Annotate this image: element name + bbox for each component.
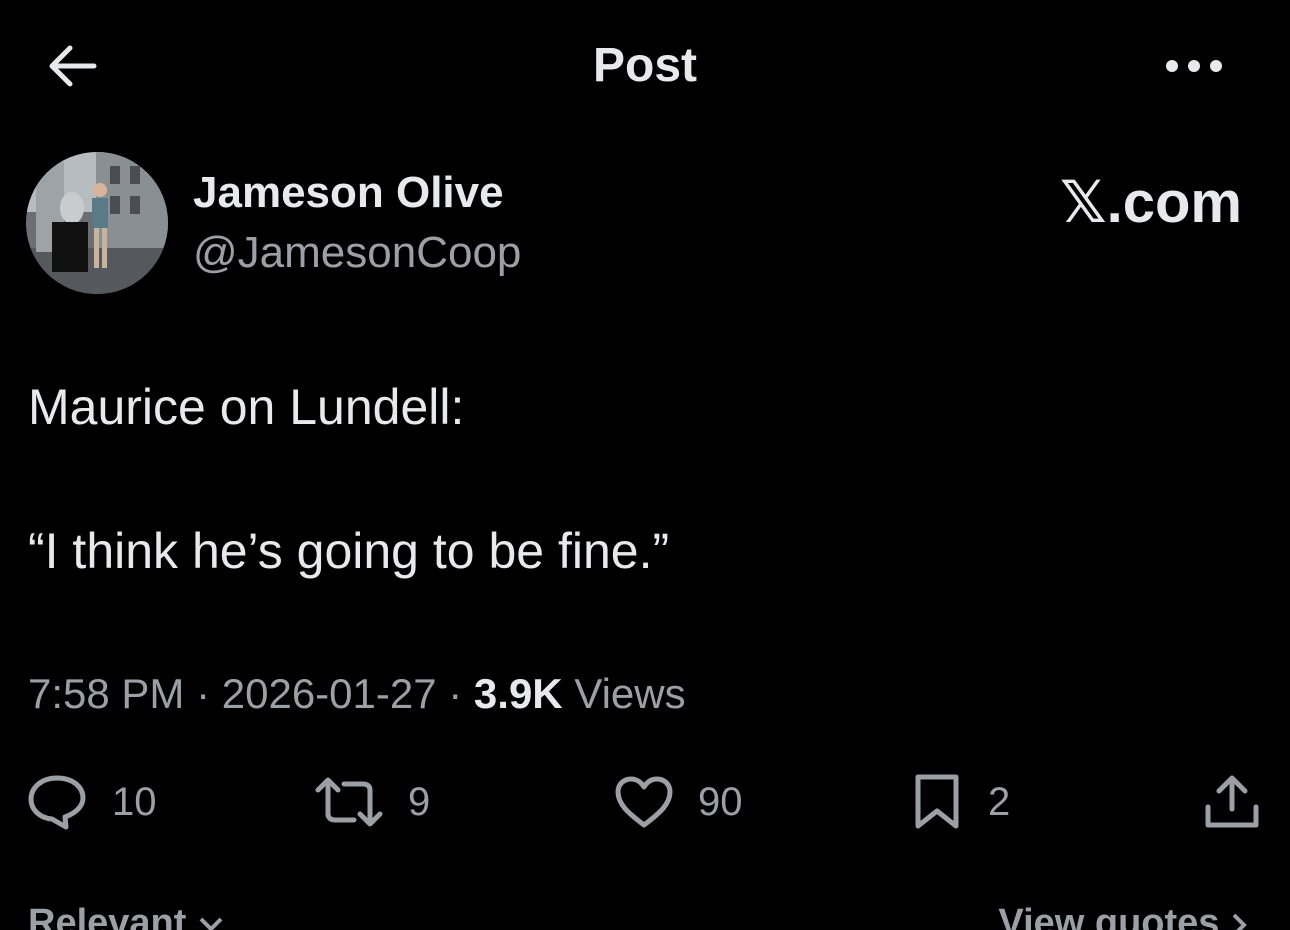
view-quotes-link[interactable]: View quotes (998, 902, 1250, 930)
share-button[interactable] (1200, 760, 1264, 844)
post-date[interactable]: 2026-01-27 (222, 670, 437, 717)
bookmark-button[interactable]: 2 (910, 760, 1010, 844)
post-time[interactable]: 7:58 PM (28, 670, 184, 717)
sort-replies-button[interactable]: Relevant (28, 902, 225, 930)
like-button[interactable]: 90 (614, 760, 743, 844)
repost-button[interactable]: 9 (314, 760, 430, 844)
repost-icon (314, 776, 384, 828)
like-count: 90 (698, 779, 743, 824)
views-label: Views (574, 670, 686, 717)
action-bar: 10 9 90 2 (0, 760, 1290, 844)
bookmark-icon (910, 773, 964, 831)
reply-count: 10 (112, 779, 157, 824)
avatar-photo (26, 152, 168, 294)
page-title: Post (592, 39, 697, 92)
meta-separator: · (184, 670, 222, 717)
avatar[interactable] (26, 152, 168, 294)
author-name[interactable]: Jameson Olive (193, 168, 504, 218)
bookmark-count: 2 (988, 779, 1011, 824)
chevron-down-icon (197, 915, 225, 930)
author-handle[interactable]: @JamesonCoop (193, 228, 521, 278)
view-quotes-label: View quotes (998, 902, 1220, 930)
chevron-right-icon (1230, 911, 1250, 930)
meta-separator: · (436, 670, 474, 717)
sort-label: Relevant (28, 902, 187, 930)
repost-count: 9 (408, 779, 431, 824)
source-label: 𝕏.com (1059, 170, 1242, 235)
more-horizontal-icon (1165, 59, 1223, 73)
post-metadata: 7:58 PM · 2026-01-27 · 3.9K Views (28, 670, 686, 718)
share-icon (1200, 773, 1264, 831)
replies-toolbar: Relevant View quotes (0, 896, 1290, 930)
views-count[interactable]: 3.9K (474, 670, 563, 717)
heart-icon (614, 775, 674, 829)
reply-button[interactable]: 10 (26, 760, 157, 844)
post-text-line: Maurice on Lundell: (28, 379, 465, 435)
post-text-quote: “I think he’s going to be fine.” (28, 523, 670, 579)
top-bar: Post (0, 0, 1290, 130)
reply-icon (26, 773, 88, 831)
more-options-button[interactable] (1160, 44, 1228, 88)
